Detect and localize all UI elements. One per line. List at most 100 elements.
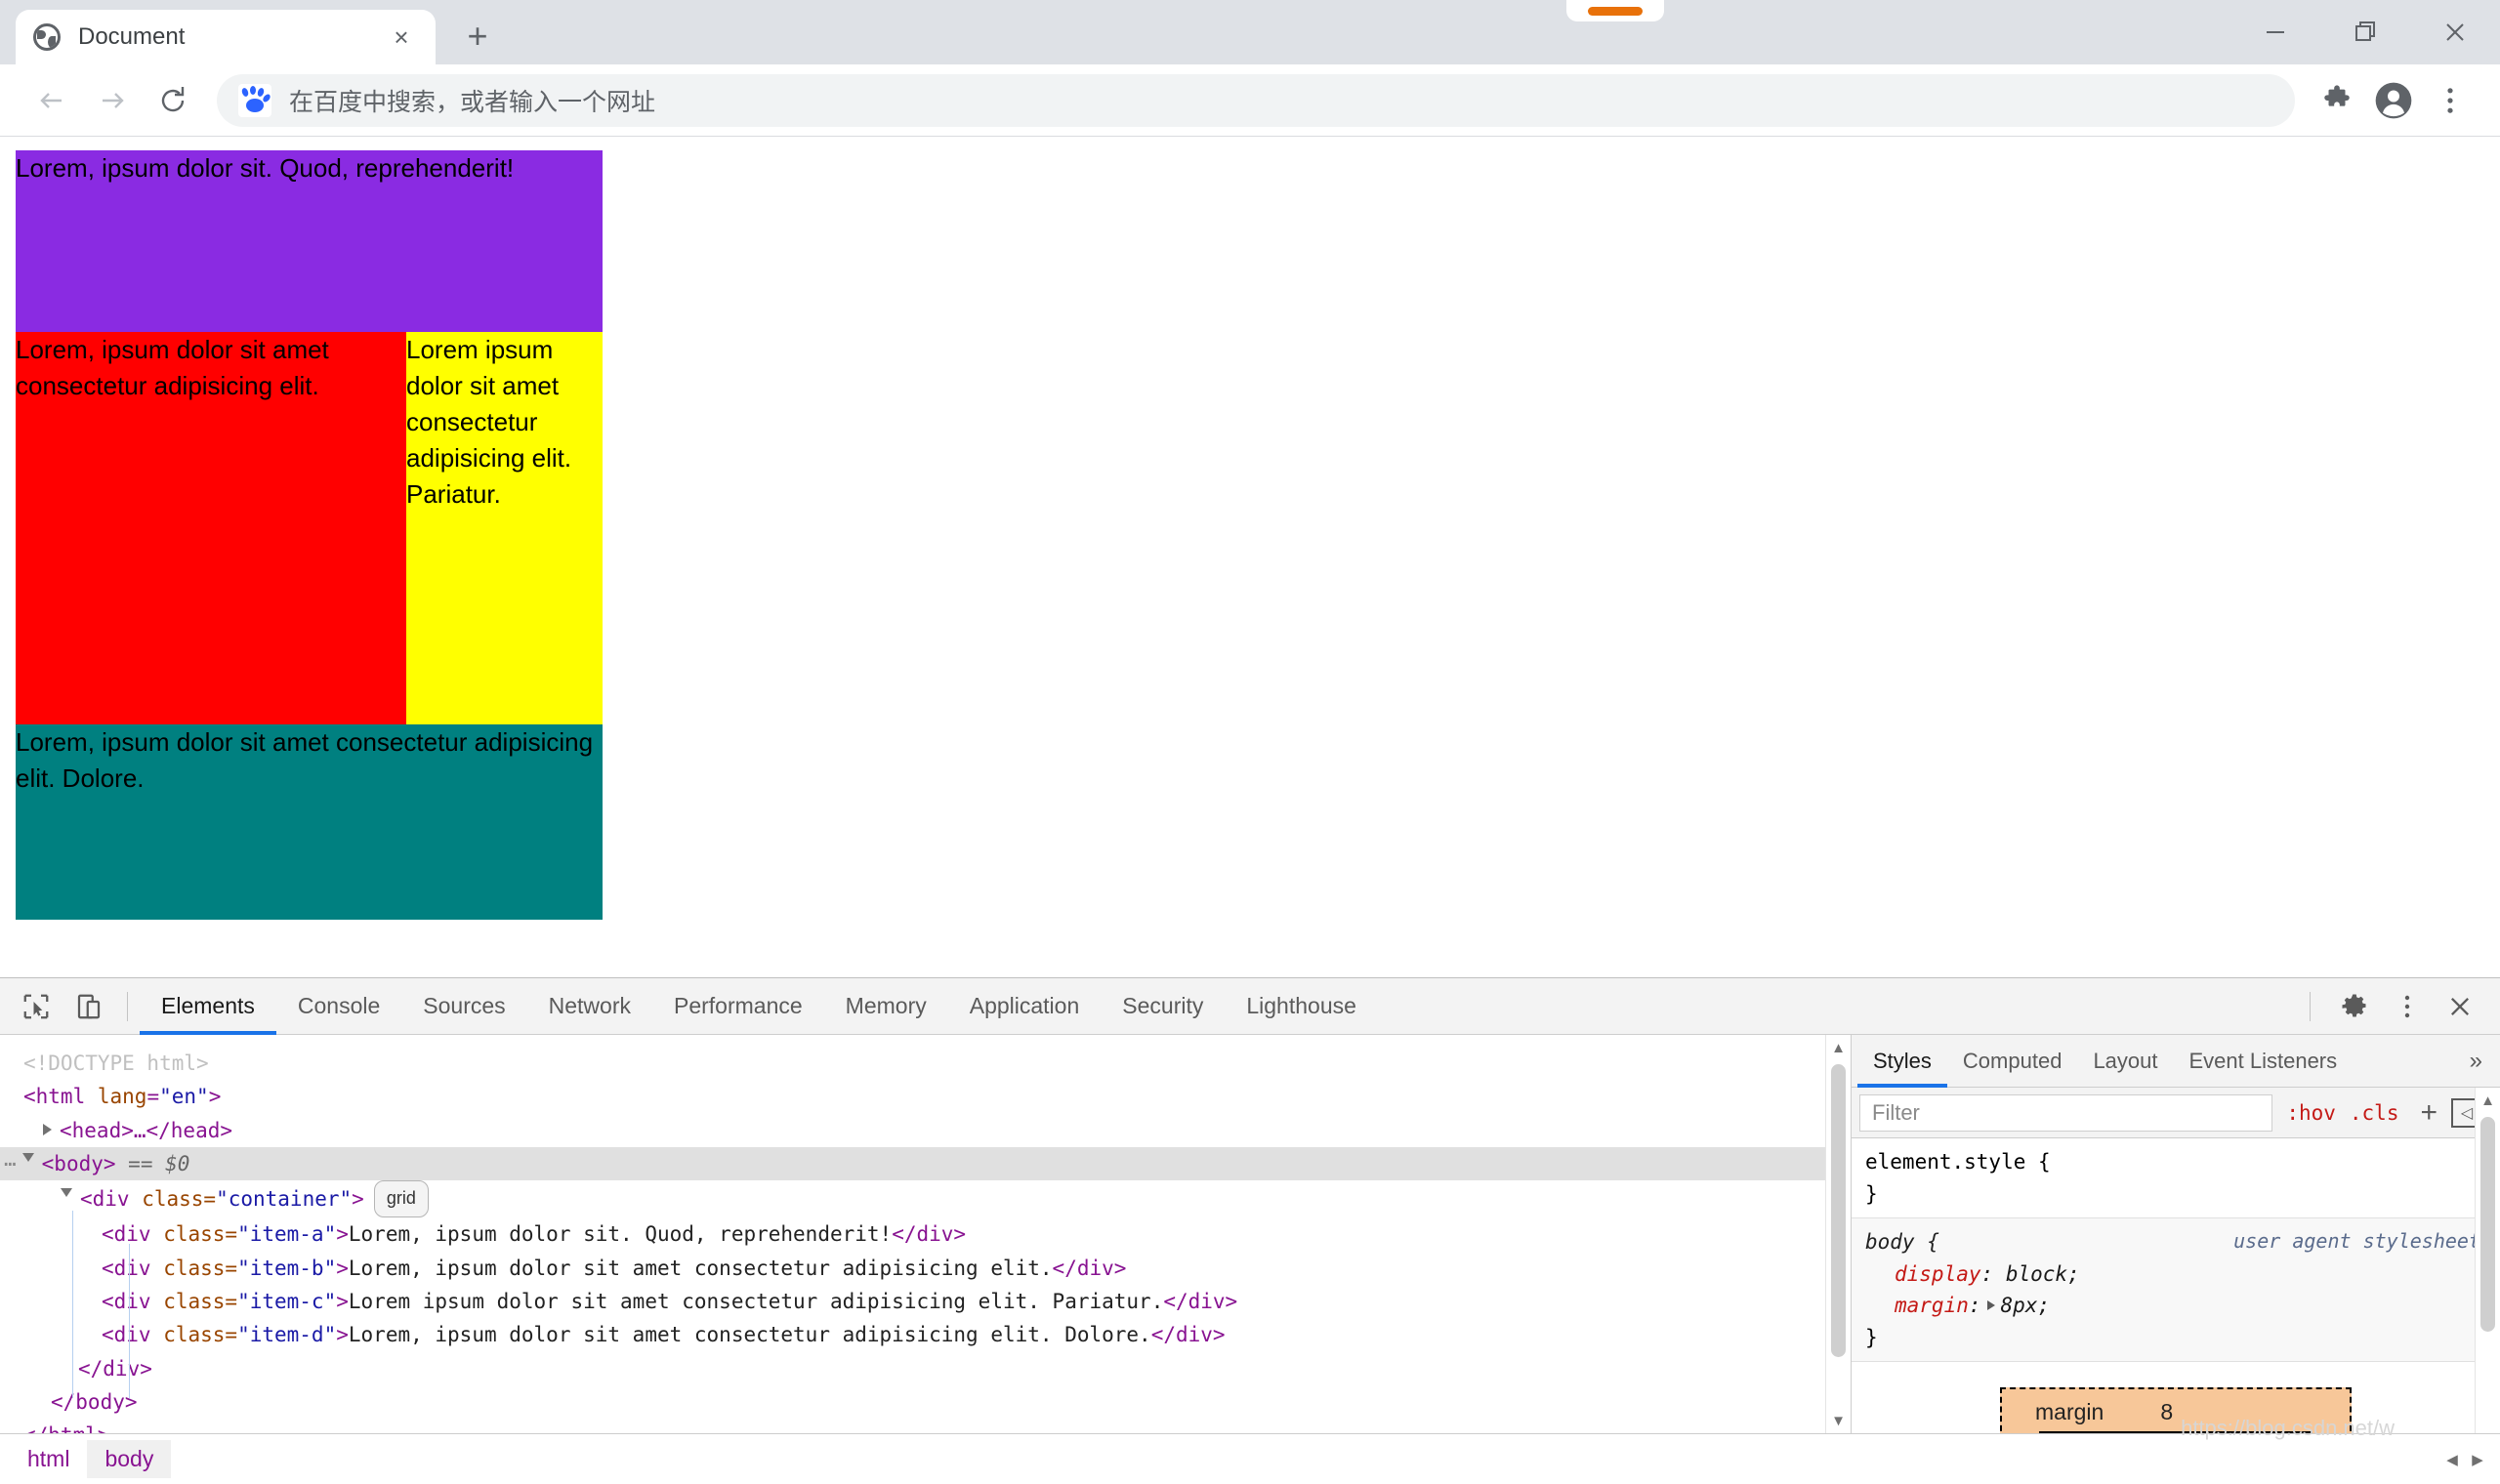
- tab-memory[interactable]: Memory: [824, 978, 948, 1035]
- scrollbar-thumb[interactable]: [2480, 1117, 2495, 1332]
- tab-event-listeners[interactable]: Event Listeners: [2174, 1035, 2354, 1088]
- tab-performance[interactable]: Performance: [652, 978, 824, 1035]
- address-bar-placeholder: 在百度中搜索，或者输入一个网址: [289, 83, 655, 118]
- body-open-tag: <body>: [42, 1152, 116, 1175]
- more-tabs-icon[interactable]: »: [2452, 1048, 2500, 1075]
- grid-item-a: Lorem, ipsum dolor sit. Quod, reprehende…: [16, 150, 603, 332]
- tab-network[interactable]: Network: [527, 978, 652, 1035]
- dom-line-html-open[interactable]: <html lang="en">: [0, 1080, 1851, 1113]
- browser-toolbar: 在百度中搜索，或者输入一个网址: [0, 64, 2500, 137]
- three-dot-menu-icon[interactable]: [2381, 980, 2434, 1033]
- rule-element-style[interactable]: element.style { }: [1852, 1138, 2500, 1218]
- item-a-close: </div>: [892, 1222, 966, 1246]
- tab-styles[interactable]: Styles: [1857, 1035, 1947, 1088]
- declaration-property: display: [1865, 1258, 1981, 1291]
- dom-line-item-b[interactable]: <div class="item-b">Lorem, ipsum dolor s…: [0, 1252, 1851, 1285]
- breadcrumb-item-html[interactable]: html: [10, 1440, 87, 1478]
- dom-scrollbar[interactable]: ▲ ▼: [1825, 1035, 1851, 1433]
- dom-line-item-c[interactable]: <div class="item-c">Lorem ipsum dolor si…: [0, 1285, 1851, 1318]
- forward-arrow-icon[interactable]: [82, 70, 143, 131]
- dom-line-item-a[interactable]: <div <div class=class="item-a">Lorem, ip…: [0, 1217, 1851, 1251]
- collapse-triangle-icon[interactable]: [22, 1153, 34, 1168]
- cls-toggle[interactable]: .cls: [2350, 1101, 2413, 1125]
- scroll-right-icon[interactable]: ▶: [2465, 1434, 2490, 1484]
- rule-origin: user agent stylesheet: [2233, 1226, 2480, 1257]
- new-style-rule-button[interactable]: +: [2412, 1098, 2445, 1128]
- gear-icon[interactable]: [2328, 980, 2381, 1033]
- box-model-margin-value[interactable]: 8: [2160, 1399, 2173, 1425]
- item-c-class-value: "item-c": [237, 1290, 336, 1313]
- close-icon[interactable]: [2410, 0, 2500, 64]
- tab-application[interactable]: Application: [948, 978, 1102, 1035]
- tab-elements[interactable]: Elements: [140, 978, 276, 1035]
- dom-line-body[interactable]: ⋯<body> == $0: [0, 1147, 1851, 1180]
- tab-sources[interactable]: Sources: [401, 978, 526, 1035]
- item-b-close: </div>: [1053, 1257, 1127, 1280]
- declaration-display[interactable]: display: block;: [1865, 1258, 2486, 1291]
- grid-container: Lorem, ipsum dolor sit. Quod, reprehende…: [16, 150, 603, 920]
- tab-computed[interactable]: Computed: [1947, 1035, 2078, 1088]
- inspect-cursor-icon[interactable]: [10, 980, 62, 1033]
- back-arrow-icon[interactable]: [21, 70, 82, 131]
- dom-line-container-open[interactable]: <div class="container">grid: [0, 1180, 1851, 1217]
- grid-badge[interactable]: grid: [374, 1180, 429, 1217]
- styles-filter-bar: Filter :hov .cls + ◁: [1852, 1088, 2500, 1138]
- html-open-tag: <html: [23, 1085, 85, 1108]
- breadcrumb: html body ◀ ▶: [0, 1433, 2500, 1484]
- tree-guide-line: [72, 1211, 73, 1398]
- grid-item-b: Lorem, ipsum dolor sit amet consectetur …: [16, 332, 406, 724]
- rule-body-ua[interactable]: user agent stylesheet body { display: bl…: [1852, 1218, 2500, 1362]
- ellipsis-menu-icon[interactable]: ⋯: [4, 1152, 19, 1175]
- html-close-bracket: >: [209, 1085, 222, 1108]
- html-close-tag: </html>: [23, 1423, 110, 1433]
- breadcrumb-item-body[interactable]: body: [87, 1440, 171, 1478]
- scroll-left-icon[interactable]: ◀: [2439, 1434, 2465, 1484]
- close-icon[interactable]: ×: [385, 21, 418, 54]
- browser-tab[interactable]: Document ×: [16, 10, 436, 64]
- divider: [127, 992, 128, 1021]
- expand-triangle-icon[interactable]: [1987, 1300, 1995, 1310]
- reload-icon[interactable]: [143, 70, 203, 131]
- address-bar[interactable]: 在百度中搜索，或者输入一个网址: [217, 74, 2295, 127]
- html-lang-attr: lang: [98, 1085, 147, 1108]
- new-tab-button[interactable]: +: [453, 12, 502, 61]
- item-b-class-value: "item-b": [237, 1257, 336, 1280]
- declaration-value[interactable]: 8px;: [2001, 1294, 2051, 1317]
- item-c-close: </div>: [1163, 1290, 1237, 1313]
- window-controls: [2230, 0, 2500, 64]
- hov-toggle[interactable]: :hov: [2272, 1101, 2350, 1125]
- scroll-up-icon[interactable]: ▲: [1826, 1035, 1851, 1060]
- device-toolbar-icon[interactable]: [62, 980, 115, 1033]
- puzzle-piece-icon[interactable]: [2309, 72, 2365, 129]
- account-avatar-icon[interactable]: [2365, 72, 2422, 129]
- item-c-text: Lorem ipsum dolor sit amet consectetur a…: [349, 1290, 1163, 1313]
- minimize-icon[interactable]: [2230, 0, 2320, 64]
- styles-tabbar: Styles Computed Layout Event Listeners »: [1852, 1035, 2500, 1088]
- tab-search-pill[interactable]: [1566, 0, 1664, 21]
- devtools-tabbar-actions: [2304, 978, 2500, 1035]
- item-d-text: Lorem, ipsum dolor sit amet consectetur …: [349, 1323, 1151, 1346]
- scroll-up-icon[interactable]: ▲: [2476, 1088, 2500, 1113]
- declaration-property: margin: [1865, 1290, 1969, 1322]
- box-model-diagram[interactable]: margin 8: [2000, 1387, 2352, 1433]
- tab-security[interactable]: Security: [1101, 978, 1225, 1035]
- expand-triangle-icon[interactable]: [43, 1124, 52, 1135]
- declaration-margin[interactable]: margin:8px;: [1865, 1290, 2486, 1322]
- tab-console[interactable]: Console: [276, 978, 401, 1035]
- tab-layout[interactable]: Layout: [2077, 1035, 2173, 1088]
- scroll-down-icon[interactable]: ▼: [1826, 1408, 1851, 1433]
- tab-lighthouse[interactable]: Lighthouse: [1225, 978, 1378, 1035]
- styles-scrollbar[interactable]: ▲: [2475, 1088, 2500, 1433]
- dom-line-item-d[interactable]: <div class="item-d">Lorem, ipsum dolor s…: [0, 1318, 1851, 1351]
- close-icon[interactable]: [2434, 980, 2486, 1033]
- scrollbar-thumb[interactable]: [1831, 1064, 1846, 1357]
- styles-filter-input[interactable]: Filter: [1859, 1094, 2272, 1132]
- container-class-value: "container": [216, 1187, 352, 1211]
- restore-icon[interactable]: [2320, 0, 2410, 64]
- collapse-triangle-icon[interactable]: [61, 1188, 72, 1203]
- dom-line-html-close: </html>: [0, 1419, 1851, 1433]
- dom-line-head[interactable]: <head>…</head>: [0, 1114, 1851, 1147]
- three-dot-menu-icon[interactable]: [2422, 72, 2479, 129]
- box-model-wrap: margin 8: [1852, 1362, 2500, 1433]
- declaration-value[interactable]: block;: [2006, 1262, 2080, 1286]
